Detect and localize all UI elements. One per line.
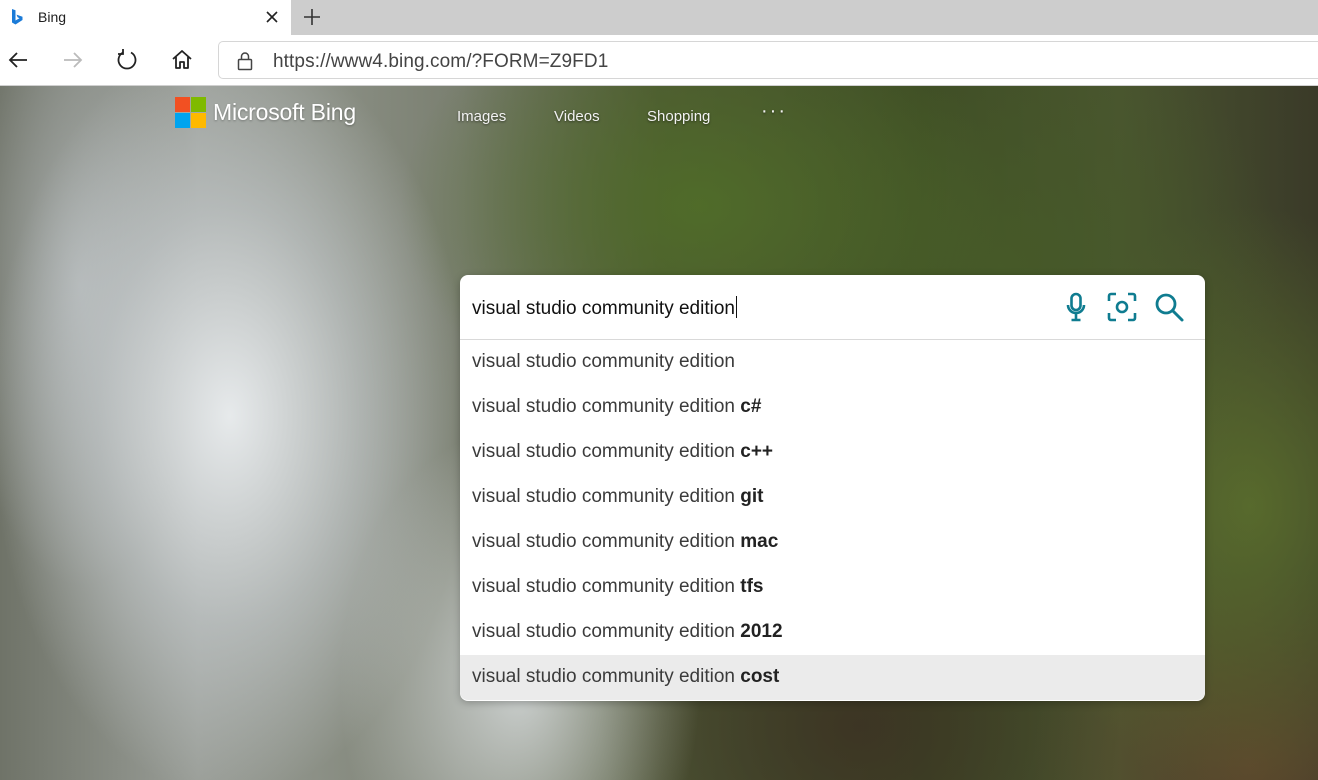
microsoft-bing-logo[interactable]: Microsoft Bing (175, 97, 356, 128)
lock-icon[interactable] (236, 51, 254, 71)
suggestion-text: visual studio community edition (472, 441, 741, 462)
search-query-text: visual studio community edition (472, 298, 735, 319)
search-icon[interactable] (1153, 291, 1185, 323)
url-text[interactable]: https://www4.bing.com/?FORM=Z9FD1 (273, 51, 608, 73)
suggestion-item[interactable]: visual studio community edition (460, 340, 1205, 385)
suggestion-text: visual studio community edition (472, 666, 741, 687)
bing-homepage: Microsoft Bing Images Videos Shopping ··… (0, 86, 1318, 780)
suggestion-item[interactable]: visual studio community edition git (460, 475, 1205, 520)
suggestion-item[interactable]: visual studio community edition mac (460, 520, 1205, 565)
suggestion-text: visual studio community edition (472, 621, 741, 642)
browser-toolbar: https://www4.bing.com/?FORM=Z9FD1 (0, 35, 1318, 86)
suggestion-item[interactable]: visual studio community edition 2012 (460, 610, 1205, 655)
microphone-icon[interactable] (1064, 291, 1088, 323)
suggestion-completion: 2012 (740, 621, 783, 642)
suggestion-item[interactable]: visual studio community edition c++ (460, 430, 1205, 475)
suggestion-completion: git (740, 486, 764, 507)
forward-arrow-icon[interactable] (60, 47, 86, 73)
nav-shopping-link[interactable]: Shopping (647, 108, 710, 125)
bing-favicon-icon (12, 9, 23, 25)
suggestion-completion: tfs (740, 576, 764, 597)
visual-search-icon[interactable] (1106, 291, 1138, 323)
suggestion-completion: c# (740, 396, 762, 417)
nav-images-link[interactable]: Images (457, 108, 506, 125)
browser-tab[interactable]: Bing (0, 0, 291, 35)
refresh-icon[interactable] (114, 47, 140, 73)
suggestion-text: visual studio community edition (472, 531, 741, 552)
home-icon[interactable] (169, 47, 195, 73)
nav-more-icon[interactable]: ··· (761, 100, 787, 123)
suggestion-item-highlighted[interactable]: visual studio community edition cost (460, 655, 1205, 700)
suggestion-item[interactable]: visual studio community edition c# (460, 385, 1205, 430)
tab-strip: Bing (0, 0, 1318, 35)
tab-title: Bing (38, 9, 67, 25)
microsoft-squares-icon (175, 97, 206, 128)
suggestion-completion: mac (740, 531, 779, 552)
new-tab-icon[interactable] (300, 5, 324, 29)
search-row: visual studio community edition (460, 275, 1205, 340)
logo-text: Microsoft Bing (213, 99, 356, 125)
suggestion-completion: cost (740, 666, 780, 687)
suggestion-list: visual studio community edition visual s… (460, 340, 1205, 700)
text-caret (735, 296, 737, 318)
search-input[interactable]: visual studio community edition (472, 296, 737, 320)
suggestion-completion: c++ (740, 441, 774, 462)
suggestion-item[interactable]: visual studio community edition tfs (460, 565, 1205, 610)
close-tab-icon[interactable] (262, 7, 282, 27)
address-bar[interactable]: https://www4.bing.com/?FORM=Z9FD1 (218, 41, 1318, 79)
suggestion-text: visual studio community edition (472, 396, 741, 417)
suggestion-text: visual studio community edition (472, 576, 741, 597)
search-box: visual studio community edition visual s… (460, 275, 1205, 701)
suggestion-text: visual studio community edition (472, 351, 735, 372)
back-arrow-icon[interactable] (5, 47, 31, 73)
suggestion-text: visual studio community edition (472, 486, 741, 507)
nav-videos-link[interactable]: Videos (554, 108, 600, 125)
